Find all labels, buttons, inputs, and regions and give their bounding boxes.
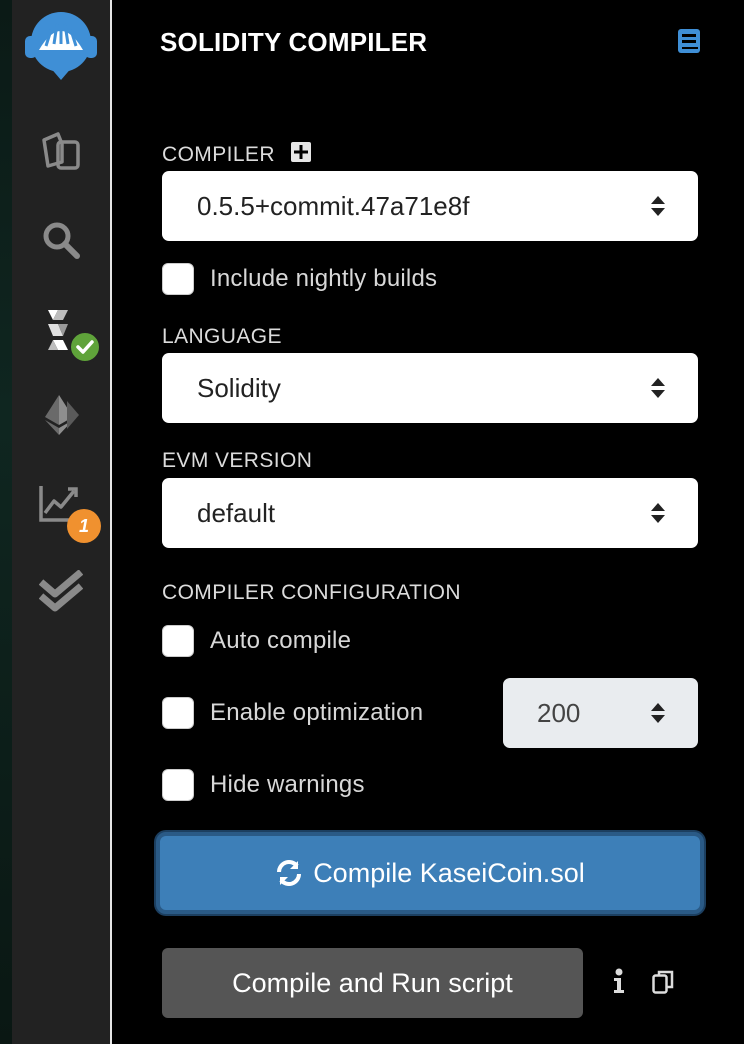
solidity-compiler-panel: SOLIDITY COMPILER COMPILER 0.5.5+commit.… — [112, 0, 744, 1044]
window-edge — [0, 0, 12, 1044]
enable-optimization-label: Enable optimization — [210, 699, 424, 726]
hide-warnings-label: Hide warnings — [210, 771, 365, 798]
auto-compile-label: Auto compile — [210, 627, 352, 654]
enable-optimization-checkbox[interactable] — [162, 697, 194, 729]
ethereum-deploy-icon[interactable] — [12, 390, 110, 440]
nightly-builds-checkbox[interactable] — [162, 263, 194, 295]
testing-double-check-icon[interactable] — [12, 568, 110, 614]
compiler-version-value: 0.5.5+commit.47a71e8f — [197, 190, 470, 221]
optimization-runs-stepper[interactable]: 200 — [503, 678, 698, 748]
select-arrows-icon — [651, 196, 665, 216]
compile-and-run-script-button[interactable]: Compile and Run script — [162, 948, 583, 1018]
add-compiler-plus-icon[interactable] — [291, 142, 311, 167]
language-label: LANGUAGE — [162, 325, 282, 348]
language-value: Solidity — [197, 372, 281, 403]
stepper-arrows-icon — [651, 703, 665, 723]
auto-compile-checkbox[interactable] — [162, 625, 194, 657]
copy-icon[interactable] — [652, 970, 674, 999]
language-select[interactable]: Solidity — [162, 353, 698, 423]
optimization-runs-value: 200 — [537, 697, 581, 728]
remix-logo-icon[interactable] — [12, 6, 110, 82]
notification-badge: 1 — [67, 509, 101, 543]
compile-button[interactable]: Compile KaseiCoin.sol — [156, 832, 704, 914]
compile-button-label: Compile KaseiCoin.sol — [313, 857, 585, 888]
page-title: SOLIDITY COMPILER — [160, 27, 428, 57]
compiler-label: COMPILER — [162, 143, 275, 166]
auto-compile-row: Auto compile — [162, 625, 351, 657]
evm-version-value: default — [197, 497, 276, 528]
icon-sidebar: 1 — [12, 0, 110, 1044]
compiler-version-select[interactable]: 0.5.5+commit.47a71e8f — [162, 171, 698, 241]
nightly-builds-label: Include nightly builds — [210, 265, 438, 292]
select-arrows-icon — [651, 503, 665, 523]
compiler-configuration-label: COMPILER CONFIGURATION — [162, 581, 461, 604]
refresh-icon — [277, 860, 302, 886]
evm-version-label: EVM VERSION — [162, 449, 313, 472]
evm-version-select[interactable]: default — [162, 478, 698, 548]
check-icon — [68, 330, 102, 364]
nightly-builds-row: Include nightly builds — [162, 263, 437, 295]
select-arrows-icon — [651, 378, 665, 398]
enable-optimization-row: Enable optimization — [162, 697, 423, 729]
file-explorer-icon[interactable] — [12, 128, 110, 174]
search-icon[interactable] — [12, 217, 110, 263]
hide-warnings-checkbox[interactable] — [162, 769, 194, 801]
info-icon[interactable] — [612, 968, 626, 999]
documentation-book-icon[interactable] — [677, 28, 701, 59]
hide-warnings-row: Hide warnings — [162, 769, 365, 801]
